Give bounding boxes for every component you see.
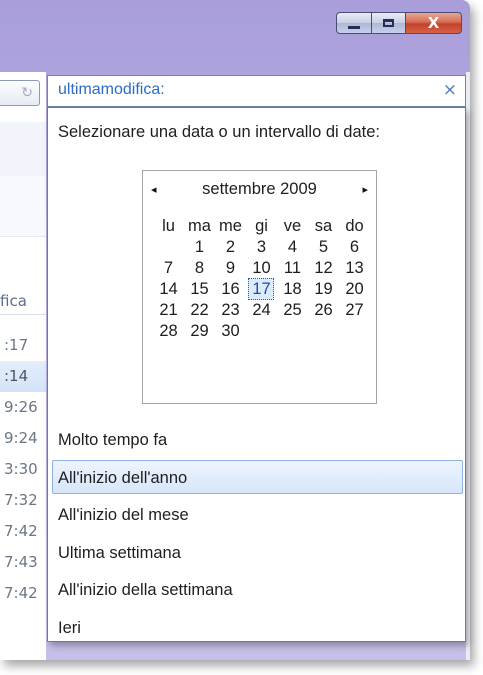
calendar-day[interactable]: 15 — [184, 279, 215, 300]
week-row: 28 29 30 — [153, 321, 371, 342]
calendar-day — [153, 237, 184, 258]
calendar-day[interactable]: 7 — [153, 258, 184, 279]
calendar-day[interactable]: 30 — [215, 321, 246, 342]
refresh-icon: ↻ — [21, 85, 33, 101]
calendar-day[interactable]: 22 — [184, 300, 215, 321]
toolbar-band — [0, 122, 46, 177]
calendar-day[interactable]: 19 — [308, 279, 339, 300]
calendar-day[interactable]: 23 — [215, 300, 246, 321]
calendar-day[interactable]: 18 — [277, 279, 308, 300]
minimize-button[interactable] — [336, 12, 372, 34]
weekday-row: lu ma me gi ve sa do — [153, 216, 371, 237]
close-button[interactable]: X — [406, 12, 462, 34]
calendar-header: ◂ settembre 2009 ▸ — [143, 179, 376, 205]
calendar-day[interactable]: 27 — [339, 300, 370, 321]
calendar-day[interactable]: 20 — [339, 279, 370, 300]
calendar-day[interactable]: 26 — [308, 300, 339, 321]
calendar-day[interactable]: 8 — [184, 258, 215, 279]
date-option-item[interactable]: All'inizio dell'anno — [52, 459, 463, 494]
date-filter-dropdown: Selezionare una data o un intervallo di … — [47, 107, 466, 642]
date-option-item[interactable]: All'inizio della settimana — [52, 572, 463, 606]
calendar-day[interactable]: 12 — [308, 258, 339, 279]
date-option-item[interactable]: Ultima settimana — [52, 535, 463, 569]
date-option-item[interactable]: All'inizio del mese — [52, 497, 463, 531]
calendar-grid: lu ma me gi ve sa do 1 2 3 4 5 6 7 8 9 10 11 12 13 14 15 16 17 1… — [153, 216, 371, 342]
calendar-day — [246, 321, 277, 342]
file-time-cell[interactable]: 3:30 — [0, 454, 46, 485]
calendar-day[interactable]: 11 — [277, 258, 308, 279]
file-time-cell[interactable]: :17 — [0, 330, 46, 361]
close-icon: X — [427, 14, 440, 32]
calendar-day[interactable]: 2 — [215, 237, 246, 258]
calendar-day[interactable]: 29 — [184, 321, 215, 342]
calendar-day[interactable]: 4 — [277, 237, 308, 258]
calendar-day — [339, 321, 370, 342]
calendar-day[interactable]: 1 — [184, 237, 215, 258]
date-options-list: Molto tempo fa All'inizio dell'anno All'in… — [52, 422, 463, 647]
calendar-day — [308, 321, 339, 342]
file-list-pane: ↻ fica :17:14 9:26 9:24 3:30 7:32 7:42 7:43 7:4… — [0, 72, 46, 660]
file-time-cell[interactable]: 7:42 — [0, 578, 46, 609]
weekday-label: sa — [314, 217, 333, 235]
week-row: 14 15 16 17 18 19 20 — [153, 278, 371, 300]
window-controls: X — [336, 12, 462, 34]
clear-search-icon[interactable]: × — [443, 80, 457, 100]
minimize-icon — [348, 25, 360, 29]
weekday-label: lu — [162, 217, 175, 235]
column-header-date-modified[interactable]: fica — [0, 288, 46, 315]
calendar-day[interactable]: 14 — [153, 279, 184, 300]
calendar-day[interactable]: 5 — [308, 237, 339, 258]
date-prompt: Selezionare una data o un intervallo di … — [58, 123, 380, 141]
weekday-label: ve — [283, 217, 302, 235]
file-time-cell[interactable]: :14 — [0, 361, 46, 392]
file-time-cell[interactable]: 9:26 — [0, 392, 46, 423]
calendar-day — [277, 321, 308, 342]
maximize-button[interactable] — [372, 12, 406, 34]
date-option-item[interactable]: Molto tempo fa — [52, 422, 463, 456]
nav-band — [0, 176, 46, 237]
calendar-day[interactable]: 6 — [339, 237, 370, 258]
weekday-label: ma — [188, 217, 211, 235]
file-time-cell[interactable]: 7:42 — [0, 516, 46, 547]
maximize-icon — [383, 19, 394, 27]
calendar: ◂ settembre 2009 ▸ lu ma me gi ve sa do 1 2 3 4 5 6 7… — [142, 170, 377, 404]
next-month-icon[interactable]: ▸ — [362, 183, 368, 196]
calendar-day[interactable]: 10 — [246, 258, 277, 279]
search-input[interactable]: ultimamodifica: — [58, 81, 165, 99]
weekday-label: do — [345, 217, 364, 235]
calendar-day[interactable]: 21 — [153, 300, 184, 321]
search-box[interactable]: ultimamodifica: × — [47, 75, 466, 107]
week-row: 123456 — [153, 237, 371, 258]
calendar-day[interactable]: 28 — [153, 321, 184, 342]
file-time-cell[interactable]: 9:24 — [0, 423, 46, 454]
scrollbar[interactable] — [466, 72, 470, 660]
calendar-day[interactable]: 16 — [215, 279, 246, 300]
weekday-label: me — [219, 217, 242, 235]
week-row: 7 8 9 10 11 12 13 — [153, 258, 371, 279]
title-bar[interactable]: X — [0, 0, 470, 72]
refresh-button[interactable]: ↻ — [0, 80, 40, 106]
calendar-day-today[interactable]: 17 — [246, 278, 277, 300]
file-time-cell[interactable]: 7:43 — [0, 547, 46, 578]
month-label[interactable]: settembre 2009 — [143, 180, 376, 199]
weekday-label: gi — [255, 217, 268, 235]
calendar-day[interactable]: 25 — [277, 300, 308, 321]
file-time-cell[interactable]: 7:32 — [0, 485, 46, 516]
time-list: :17:14 9:26 9:24 3:30 7:32 7:42 7:43 7:42 — [0, 330, 46, 609]
week-row: 21 22 23 24 25 26 27 — [153, 300, 371, 321]
calendar-day[interactable]: 13 — [339, 258, 370, 279]
calendar-day[interactable]: 24 — [246, 300, 277, 321]
date-option-item[interactable]: Ieri — [52, 610, 463, 644]
calendar-day[interactable]: 9 — [215, 258, 246, 279]
calendar-day[interactable]: 3 — [246, 237, 277, 258]
